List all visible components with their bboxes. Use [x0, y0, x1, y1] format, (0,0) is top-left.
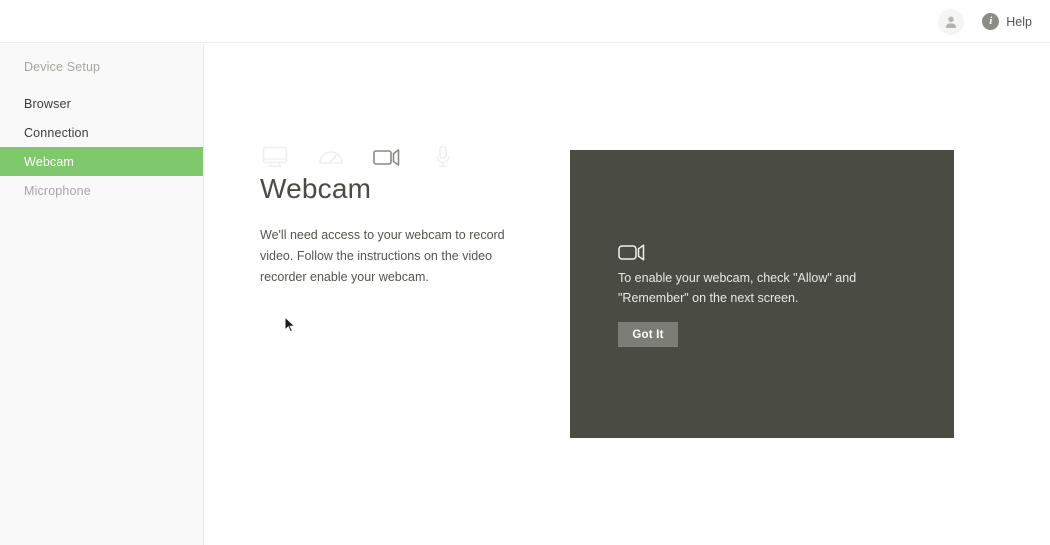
main-content: Webcam We'll need access to your webcam … [205, 44, 1050, 545]
header-actions: i Help [938, 0, 1032, 43]
sidebar-item-microphone[interactable]: Microphone [0, 176, 203, 205]
user-avatar-icon[interactable] [938, 8, 965, 35]
page-title: Webcam [260, 173, 372, 204]
panel-video-camera-icon [618, 242, 646, 267]
page-description: We'll need access to your webcam to reco… [260, 228, 505, 284]
video-camera-icon [372, 144, 402, 170]
info-icon: i [982, 13, 1000, 30]
speedometer-icon [316, 144, 346, 170]
sidebar-title: Device Setup [24, 60, 101, 74]
microphone-icon [428, 144, 458, 170]
got-it-button[interactable]: Got It [618, 322, 678, 347]
sidebar-item-label: Browser [24, 96, 71, 111]
sidebar-item-label: Microphone [24, 183, 91, 198]
sidebar-item-label: Connection [24, 125, 89, 140]
sidebar-nav: Browser Connection Webcam Microphone [0, 89, 203, 205]
app-header: i Help [0, 0, 1050, 43]
panel-instruction-text: To enable your webcam, check "Allow" and… [618, 271, 857, 305]
person-silhouette-icon [946, 16, 957, 28]
sidebar: Device Setup Browser Connection Webcam M… [0, 44, 204, 545]
sidebar-item-browser[interactable]: Browser [0, 89, 203, 118]
sidebar-item-label: Webcam [24, 154, 74, 169]
video-recorder-panel: To enable your webcam, check "Allow" and… [570, 150, 954, 438]
help-label: Help [1006, 14, 1032, 29]
monitor-icon [260, 144, 290, 170]
setup-step-icons [260, 144, 458, 170]
help-button[interactable]: i Help [982, 13, 1032, 30]
sidebar-item-webcam[interactable]: Webcam [0, 147, 203, 176]
sidebar-item-connection[interactable]: Connection [0, 118, 203, 147]
